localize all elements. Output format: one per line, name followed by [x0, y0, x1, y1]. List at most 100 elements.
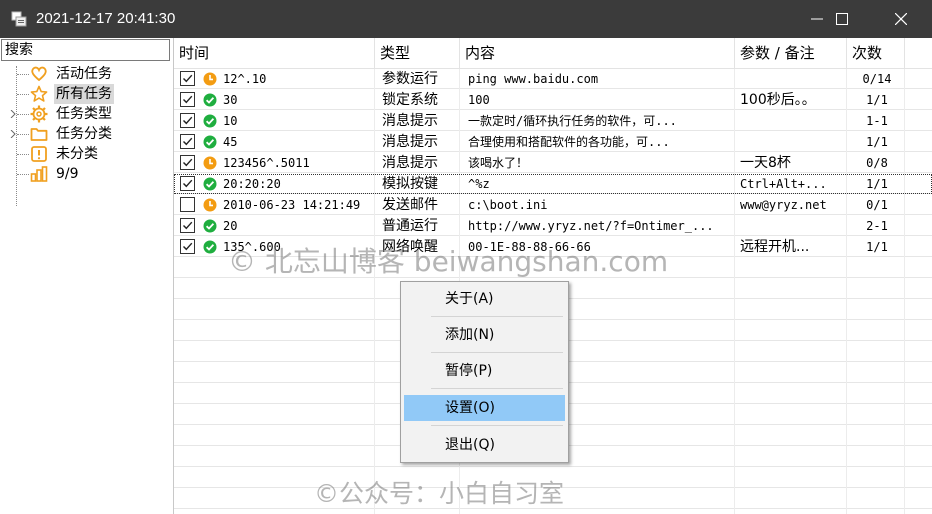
checkbox-checked[interactable]	[180, 134, 195, 149]
tree-branch	[17, 134, 29, 135]
close-button[interactable]	[878, 0, 924, 38]
tree-item-label: 活动任务	[56, 66, 112, 82]
column-header-time[interactable]: 时间	[174, 38, 375, 68]
tree-item-label: 9/9	[56, 166, 79, 182]
checkmark-icon	[183, 158, 193, 167]
sidebar: 搜索 活动任务 所有任务 任务类型 任务分类 未分类 9/9	[0, 38, 174, 514]
menu-separator	[431, 316, 563, 317]
cell-count: 1/1	[866, 177, 888, 191]
cell-type: 锁定系统	[382, 92, 438, 108]
table-header: 时间 类型 内容 参数 / 备注 次数	[174, 38, 932, 69]
cell-params	[735, 111, 845, 131]
cell-params: 100秒后。。	[740, 92, 816, 108]
cell-content: 合理使用和搭配软件的各功能，可...	[468, 135, 670, 149]
checkbox-checked[interactable]	[180, 155, 195, 170]
cell-params: www@yryz.net	[740, 198, 827, 212]
checkbox-checked[interactable]	[180, 92, 195, 107]
checkbox-checked[interactable]	[180, 176, 195, 191]
folder-icon	[30, 125, 48, 143]
cell-time: 10	[223, 114, 238, 128]
cell-content: http://www.yryz.net/?f=Ontimer_...	[468, 219, 714, 233]
cell-type: 消息提示	[382, 113, 438, 129]
table-row[interactable]: 123456^.5011 消息提示 该喝水了！ 一天8杯 0/8	[174, 153, 932, 173]
menu-separator	[431, 352, 563, 353]
cell-count: 1/1	[866, 240, 888, 254]
table-row[interactable]: 10 消息提示 一款定时/循环执行任务的软件，可... 1-1	[174, 111, 932, 131]
column-header-params[interactable]: 参数 / 备注	[735, 38, 847, 68]
cell-params	[735, 216, 845, 236]
checkmark-icon	[183, 95, 193, 104]
table-row[interactable]: 20:20:20 模拟按键 ^%z Ctrl+Alt+... 1/1	[174, 174, 932, 194]
status-ok-icon	[203, 219, 217, 233]
status-ok-icon	[203, 93, 217, 107]
cell-content: 该喝水了！	[468, 156, 529, 170]
checkbox-checked[interactable]	[180, 113, 195, 128]
table-row[interactable]: 12^.10 参数运行 ping www.baidu.com 0/14	[174, 69, 932, 89]
checkbox-checked[interactable]	[180, 239, 195, 254]
status-clock-icon	[203, 156, 217, 170]
cell-time: 12^.10	[223, 72, 267, 86]
cell-type: 参数运行	[382, 71, 438, 87]
cell-type: 普通运行	[382, 218, 438, 234]
checkmark-icon	[183, 137, 193, 146]
close-icon	[895, 13, 907, 25]
cell-params: 远程开机...	[740, 239, 810, 255]
menu-item-add[interactable]: 添加(N)	[404, 322, 565, 348]
menu-item-pause[interactable]: 暂停(P)	[404, 358, 565, 384]
cell-type: 模拟按键	[382, 176, 438, 192]
gear-icon	[30, 105, 48, 123]
column-header-type[interactable]: 类型	[375, 38, 460, 68]
cell-time: 135^.600	[223, 240, 281, 254]
title-bar: 2021-12-17 20:41:30	[0, 0, 932, 38]
table-row[interactable]: 30 锁定系统 100 100秒后。。 1/1	[174, 90, 932, 110]
app-icon	[11, 11, 27, 27]
status-ok-icon	[203, 135, 217, 149]
cell-count: 1/1	[866, 93, 888, 107]
checkbox-checked[interactable]	[180, 71, 195, 86]
menu-item-settings[interactable]: 设置(O)	[404, 395, 565, 421]
cell-time: 123456^.5011	[223, 156, 310, 170]
checkbox-checked[interactable]	[180, 218, 195, 233]
cell-count: 0/14	[862, 72, 892, 86]
status-clock-icon	[203, 72, 217, 86]
maximize-icon	[836, 13, 848, 25]
table-row[interactable]: 2010-06-23 14:21:49 发送邮件 c:\boot.ini www@yr…	[174, 195, 932, 215]
cell-count: 2-1	[866, 219, 888, 233]
column-header-count[interactable]: 次数	[847, 38, 905, 68]
table-row[interactable]: 45 消息提示 合理使用和搭配软件的各功能，可... 1/1	[174, 132, 932, 152]
table-row[interactable]: 20 普通运行 http://www.yryz.net/?f=Ontimer_...…	[174, 216, 932, 236]
checkbox-unchecked[interactable]	[180, 197, 195, 212]
tree-item-label: 所有任务	[54, 84, 114, 104]
maximize-button[interactable]	[819, 0, 865, 38]
search-box[interactable]: 搜索	[1, 39, 170, 61]
cell-time: 20	[223, 219, 238, 233]
checkmark-icon	[183, 116, 193, 125]
tree-branch	[17, 154, 29, 155]
menu-item-about[interactable]: 关于(A)	[404, 286, 565, 312]
cell-type: 发送邮件	[382, 197, 438, 213]
cell-content: 100	[468, 93, 490, 107]
cell-count: 0/1	[866, 198, 888, 212]
cell-content: c:\boot.ini	[468, 198, 548, 212]
cell-time: 30	[223, 93, 238, 107]
chevron-right-icon[interactable]	[9, 130, 17, 138]
tree-branch	[17, 94, 29, 95]
context-menu: 关于(A) 添加(N) 暂停(P) 设置(O) 退出(Q)	[400, 281, 569, 463]
cell-params	[735, 132, 845, 152]
tree-item-label: 任务类型	[56, 106, 112, 122]
cell-count: 1-1	[866, 114, 888, 128]
checkmark-icon	[183, 242, 193, 251]
cell-content: 一款定时/循环执行任务的软件，可...	[468, 114, 677, 128]
cell-content: ping www.baidu.com	[468, 72, 599, 86]
column-header-content[interactable]: 内容	[460, 38, 735, 68]
cell-time: 20:20:20	[223, 177, 281, 191]
chevron-right-icon[interactable]	[9, 110, 17, 118]
tree-item-label: 未分类	[56, 146, 98, 162]
table-row[interactable]: 135^.600 网络唤醒 00-1E-88-88-66-66 远程开机... 1/1	[174, 237, 932, 257]
menu-separator	[431, 388, 563, 389]
exclamation-icon	[30, 145, 48, 163]
checkmark-icon	[183, 221, 193, 230]
menu-item-exit[interactable]: 退出(Q)	[404, 432, 565, 458]
tree-item-label: 任务分类	[56, 126, 112, 142]
cell-time: 45	[223, 135, 238, 149]
